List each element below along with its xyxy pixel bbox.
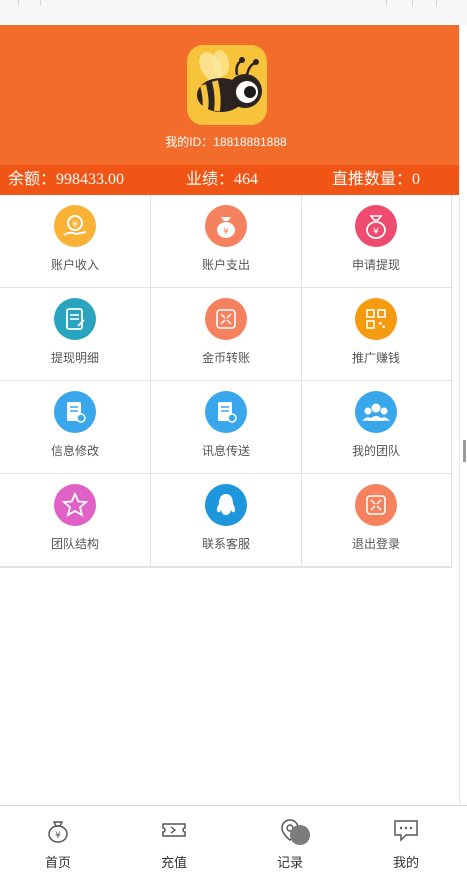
menu-label: 退出登录 (351, 537, 400, 551)
menu-withdraw-details[interactable]: 提现明细 (0, 288, 151, 381)
bottom-tab-bar: ¥ 首页 充值 记录 我的 (0, 805, 467, 877)
menu-label: 我的团队 (351, 444, 400, 458)
bee-logo (187, 45, 267, 125)
svg-text:¥: ¥ (373, 227, 379, 237)
divider (386, 0, 387, 6)
menu-label: 申请提现 (351, 258, 400, 272)
performance-label: 业绩：464 (186, 171, 259, 188)
menu-label: 讯息传送 (201, 444, 250, 458)
menu-my-team[interactable]: 我的团队 (301, 381, 452, 474)
tab-label: 我的 (392, 855, 419, 870)
browser-top-strip (0, 0, 467, 25)
menu-label: 账户收入 (50, 258, 99, 272)
star-icon (54, 484, 96, 526)
chat-bubble-icon (392, 816, 420, 844)
svg-text:¥: ¥ (223, 227, 229, 237)
money-bag-icon: ¥ (355, 205, 397, 247)
menu-apply-withdraw[interactable]: ¥ 申请提现 (301, 195, 452, 288)
divider (18, 0, 19, 6)
tab-label: 首页 (44, 855, 71, 870)
direct-count-label: 直推数量：0 (332, 171, 421, 188)
tab-label: 记录 (276, 855, 303, 870)
menu-label: 信息修改 (50, 444, 99, 458)
message-document-icon (205, 391, 247, 433)
scrollbar-handle[interactable] (463, 440, 466, 462)
menu-label: 联系客服 (201, 537, 250, 551)
menu-label: 提现明细 (50, 351, 99, 365)
menu-team-structure[interactable]: 团队结构 (0, 474, 151, 567)
ticket-icon (160, 816, 188, 844)
balance-label: 余额：998433.00 (8, 171, 125, 188)
profile-header: 我的ID：18818881888 (0, 25, 459, 165)
tab-records[interactable]: 记录 (232, 806, 348, 877)
yuan-hand-icon: ¥ (54, 205, 96, 247)
qr-code-icon (355, 298, 397, 340)
menu-contact-service[interactable]: 联系客服 (151, 474, 302, 567)
home-yuan-bag-icon: ¥ (44, 816, 72, 844)
edit-document-icon (54, 391, 96, 433)
stats-bar: 余额：998433.00 业绩：464 直推数量：0 (0, 165, 459, 195)
svg-text:¥: ¥ (72, 220, 78, 230)
menu-info-edit[interactable]: 信息修改 (0, 381, 151, 474)
menu-account-income[interactable]: ¥ 账户收入 (0, 195, 151, 288)
tab-mine[interactable]: 我的 (348, 806, 464, 877)
menu-account-expense[interactable]: ¥ 账户支出 (151, 195, 302, 288)
divider (436, 0, 437, 6)
team-icon (355, 391, 397, 433)
money-bag-icon: ¥ (205, 205, 247, 247)
menu-label: 金币转账 (201, 351, 250, 365)
menu-message-send[interactable]: 讯息传送 (151, 381, 302, 474)
tab-recharge[interactable]: 充值 (116, 806, 232, 877)
tab-home[interactable]: ¥ 首页 (0, 806, 116, 877)
menu-grid: ¥ 账户收入 ¥ 账户支出 ¥ 申请提现 提现明细 金币转账 推广赚钱 信息修改… (0, 195, 452, 568)
menu-label: 推广赚钱 (351, 351, 400, 365)
menu-label: 团队结构 (50, 537, 99, 551)
divider (40, 0, 41, 6)
menu-logout[interactable]: 退出登录 (301, 474, 452, 567)
tab-label: 充值 (160, 855, 187, 870)
floating-button[interactable] (290, 825, 310, 845)
transfer-frame-icon (205, 298, 247, 340)
document-list-icon (54, 298, 96, 340)
menu-label: 账户支出 (201, 258, 250, 272)
menu-coin-transfer[interactable]: 金币转账 (151, 288, 302, 381)
user-id-label: 我的ID：18818881888 (165, 135, 287, 149)
svg-text:¥: ¥ (55, 831, 61, 841)
exit-frame-icon (355, 484, 397, 526)
divider (459, 25, 460, 805)
menu-promote-earn[interactable]: 推广赚钱 (301, 288, 452, 381)
divider (412, 0, 413, 6)
qq-penguin-icon (205, 484, 247, 526)
